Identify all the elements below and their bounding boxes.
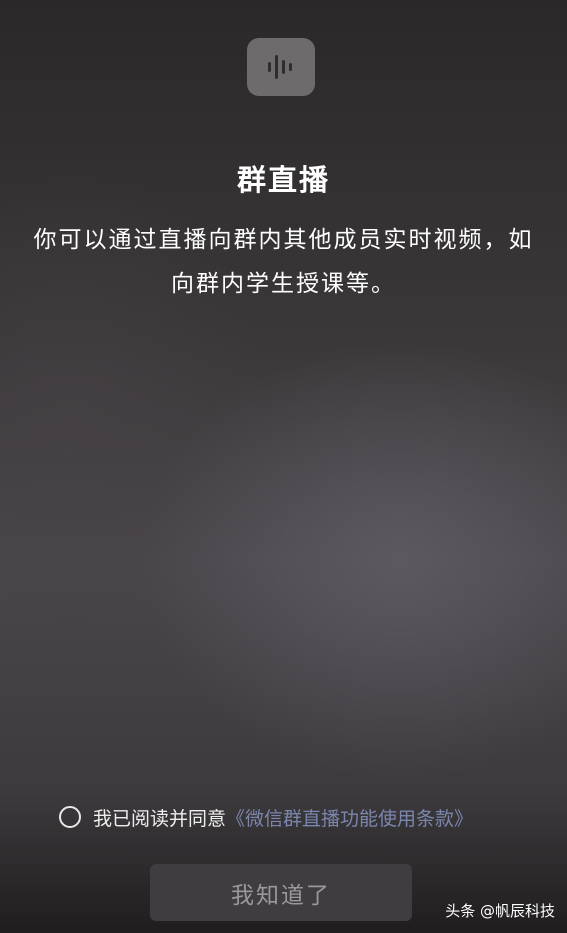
watermark: 头条 @帆辰科技 xyxy=(445,902,555,920)
page-title: 群直播 xyxy=(236,163,330,197)
agreement-row[interactable]: 我已阅读并同意 《微信群直播功能使用条款》 xyxy=(59,803,473,831)
voice-wave-icon xyxy=(247,38,315,96)
group-live-intro-screen: 群直播 你可以通过直播向群内其他成员实时视频，如向群内学生授课等。 我已阅读并同… xyxy=(0,0,567,933)
voice-wave-glyph xyxy=(268,55,292,79)
terms-link[interactable]: 《微信群直播功能使用条款》 xyxy=(226,804,473,831)
agree-radio[interactable] xyxy=(59,806,81,828)
got-it-button[interactable]: 我知道了 xyxy=(150,864,412,921)
agree-label[interactable]: 我已阅读并同意 xyxy=(93,804,226,831)
description-text: 你可以通过直播向群内其他成员实时视频，如向群内学生授课等。 xyxy=(33,227,534,297)
